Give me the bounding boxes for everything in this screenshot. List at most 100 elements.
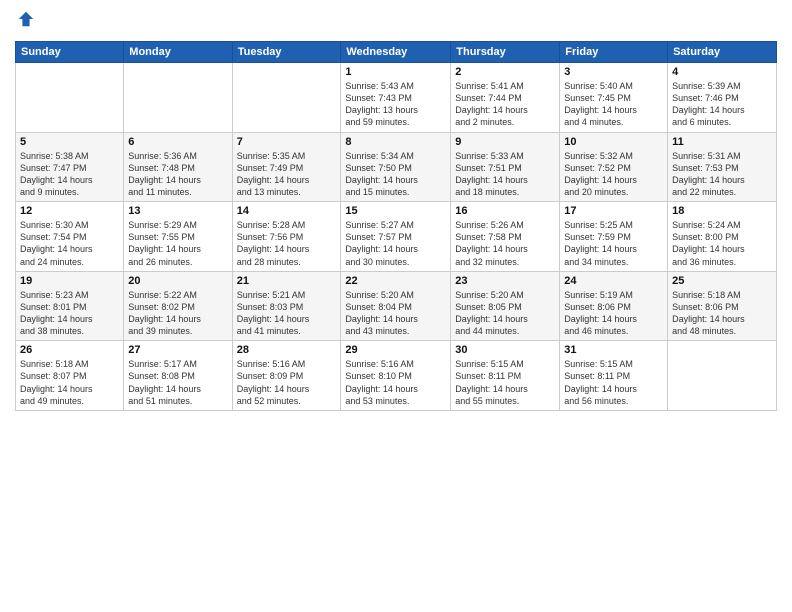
day-number: 7 bbox=[237, 136, 337, 148]
day-info: Sunrise: 5:31 AM Sunset: 7:53 PM Dayligh… bbox=[672, 150, 772, 199]
calendar-day-header: Sunday bbox=[16, 42, 124, 63]
day-info: Sunrise: 5:24 AM Sunset: 8:00 PM Dayligh… bbox=[672, 219, 772, 268]
table-row: 12 Sunrise: 5:30 AM Sunset: 7:54 PM Dayli… bbox=[16, 202, 124, 272]
day-number: 2 bbox=[455, 66, 555, 78]
table-row: 9Sunrise: 5:33 AM Sunset: 7:51 PM Daylig… bbox=[451, 132, 560, 202]
day-number: 20 bbox=[128, 275, 227, 287]
day-number: 10 bbox=[564, 136, 663, 148]
day-info: Sunrise: 5:38 AM Sunset: 7:47 PM Dayligh… bbox=[20, 150, 119, 199]
calendar-week-row: 26 Sunrise: 5:18 AM Sunset: 8:07 PM Dayli… bbox=[16, 341, 777, 411]
day-number: 4 bbox=[672, 66, 772, 78]
table-row: 16 Sunrise: 5:26 AM Sunset: 7:58 PM Dayli… bbox=[451, 202, 560, 272]
day-info: Sunrise: 5:32 AM Sunset: 7:52 PM Dayligh… bbox=[564, 150, 663, 199]
day-info: Sunrise: 5:18 AM Sunset: 8:07 PM Dayligh… bbox=[20, 358, 119, 407]
header bbox=[15, 10, 777, 33]
table-row: 1 Sunrise: 5:43 AM Sunset: 7:43 PM Daylig… bbox=[341, 63, 451, 133]
calendar-day-header: Wednesday bbox=[341, 42, 451, 63]
day-info: Sunrise: 5:15 AM Sunset: 8:11 PM Dayligh… bbox=[564, 358, 663, 407]
table-row: 10 Sunrise: 5:32 AM Sunset: 7:52 PM Dayli… bbox=[560, 132, 668, 202]
table-row bbox=[668, 341, 777, 411]
day-info: Sunrise: 5:20 AM Sunset: 8:04 PM Dayligh… bbox=[345, 289, 446, 338]
table-row: 29 Sunrise: 5:16 AM Sunset: 8:10 PM Dayli… bbox=[341, 341, 451, 411]
day-info: Sunrise: 5:28 AM Sunset: 7:56 PM Dayligh… bbox=[237, 219, 337, 268]
calendar-day-header: Friday bbox=[560, 42, 668, 63]
day-number: 1 bbox=[345, 66, 446, 78]
table-row: 5 Sunrise: 5:38 AM Sunset: 7:47 PM Daylig… bbox=[16, 132, 124, 202]
table-row: 25Sunrise: 5:18 AM Sunset: 8:06 PM Dayli… bbox=[668, 271, 777, 341]
day-info: Sunrise: 5:39 AM Sunset: 7:46 PM Dayligh… bbox=[672, 80, 772, 129]
day-info: Sunrise: 5:27 AM Sunset: 7:57 PM Dayligh… bbox=[345, 219, 446, 268]
day-number: 23 bbox=[455, 275, 555, 287]
table-row: 27 Sunrise: 5:17 AM Sunset: 8:08 PM Dayli… bbox=[124, 341, 232, 411]
table-row: 21 Sunrise: 5:21 AM Sunset: 8:03 PM Dayli… bbox=[232, 271, 341, 341]
table-row: 20Sunrise: 5:22 AM Sunset: 8:02 PM Dayli… bbox=[124, 271, 232, 341]
calendar-week-row: 5 Sunrise: 5:38 AM Sunset: 7:47 PM Daylig… bbox=[16, 132, 777, 202]
table-row: 30 Sunrise: 5:15 AM Sunset: 8:11 PM Dayli… bbox=[451, 341, 560, 411]
day-number: 12 bbox=[20, 205, 119, 217]
page: SundayMondayTuesdayWednesdayThursdayFrid… bbox=[0, 0, 792, 612]
day-number: 31 bbox=[564, 344, 663, 356]
day-number: 24 bbox=[564, 275, 663, 287]
table-row: 7 Sunrise: 5:35 AM Sunset: 7:49 PM Daylig… bbox=[232, 132, 341, 202]
day-info: Sunrise: 5:15 AM Sunset: 8:11 PM Dayligh… bbox=[455, 358, 555, 407]
table-row: 3 Sunrise: 5:40 AM Sunset: 7:45 PM Daylig… bbox=[560, 63, 668, 133]
day-number: 29 bbox=[345, 344, 446, 356]
table-row: 8 Sunrise: 5:34 AM Sunset: 7:50 PM Daylig… bbox=[341, 132, 451, 202]
table-row bbox=[16, 63, 124, 133]
day-info: Sunrise: 5:40 AM Sunset: 7:45 PM Dayligh… bbox=[564, 80, 663, 129]
table-row: 19 Sunrise: 5:23 AM Sunset: 8:01 PM Dayli… bbox=[16, 271, 124, 341]
table-row bbox=[124, 63, 232, 133]
day-info: Sunrise: 5:25 AM Sunset: 7:59 PM Dayligh… bbox=[564, 219, 663, 268]
day-number: 21 bbox=[237, 275, 337, 287]
table-row: 6Sunrise: 5:36 AM Sunset: 7:48 PM Daylig… bbox=[124, 132, 232, 202]
day-number: 8 bbox=[345, 136, 446, 148]
calendar-day-header: Saturday bbox=[668, 42, 777, 63]
table-row: 18Sunrise: 5:24 AM Sunset: 8:00 PM Dayli… bbox=[668, 202, 777, 272]
calendar-day-header: Thursday bbox=[451, 42, 560, 63]
day-info: Sunrise: 5:43 AM Sunset: 7:43 PM Dayligh… bbox=[345, 80, 446, 129]
day-info: Sunrise: 5:36 AM Sunset: 7:48 PM Dayligh… bbox=[128, 150, 227, 199]
day-info: Sunrise: 5:20 AM Sunset: 8:05 PM Dayligh… bbox=[455, 289, 555, 338]
calendar-day-header: Monday bbox=[124, 42, 232, 63]
day-number: 5 bbox=[20, 136, 119, 148]
day-number: 3 bbox=[564, 66, 663, 78]
day-number: 11 bbox=[672, 136, 772, 148]
table-row: 13 Sunrise: 5:29 AM Sunset: 7:55 PM Dayli… bbox=[124, 202, 232, 272]
calendar-header-row: SundayMondayTuesdayWednesdayThursdayFrid… bbox=[16, 42, 777, 63]
table-row bbox=[232, 63, 341, 133]
calendar-day-header: Tuesday bbox=[232, 42, 341, 63]
day-number: 19 bbox=[20, 275, 119, 287]
day-number: 22 bbox=[345, 275, 446, 287]
day-number: 30 bbox=[455, 344, 555, 356]
logo bbox=[15, 10, 35, 33]
day-info: Sunrise: 5:16 AM Sunset: 8:09 PM Dayligh… bbox=[237, 358, 337, 407]
day-info: Sunrise: 5:19 AM Sunset: 8:06 PM Dayligh… bbox=[564, 289, 663, 338]
day-number: 27 bbox=[128, 344, 227, 356]
table-row: 31 Sunrise: 5:15 AM Sunset: 8:11 PM Dayli… bbox=[560, 341, 668, 411]
day-number: 13 bbox=[128, 205, 227, 217]
day-number: 17 bbox=[564, 205, 663, 217]
day-number: 15 bbox=[345, 205, 446, 217]
day-number: 26 bbox=[20, 344, 119, 356]
day-info: Sunrise: 5:26 AM Sunset: 7:58 PM Dayligh… bbox=[455, 219, 555, 268]
table-row: 17 Sunrise: 5:25 AM Sunset: 7:59 PM Dayli… bbox=[560, 202, 668, 272]
table-row: 22 Sunrise: 5:20 AM Sunset: 8:04 PM Dayli… bbox=[341, 271, 451, 341]
day-info: Sunrise: 5:29 AM Sunset: 7:55 PM Dayligh… bbox=[128, 219, 227, 268]
day-info: Sunrise: 5:16 AM Sunset: 8:10 PM Dayligh… bbox=[345, 358, 446, 407]
day-number: 16 bbox=[455, 205, 555, 217]
day-info: Sunrise: 5:34 AM Sunset: 7:50 PM Dayligh… bbox=[345, 150, 446, 199]
calendar-week-row: 1 Sunrise: 5:43 AM Sunset: 7:43 PM Daylig… bbox=[16, 63, 777, 133]
day-info: Sunrise: 5:17 AM Sunset: 8:08 PM Dayligh… bbox=[128, 358, 227, 407]
day-number: 9 bbox=[455, 136, 555, 148]
day-info: Sunrise: 5:35 AM Sunset: 7:49 PM Dayligh… bbox=[237, 150, 337, 199]
table-row: 4 Sunrise: 5:39 AM Sunset: 7:46 PM Daylig… bbox=[668, 63, 777, 133]
table-row: 26 Sunrise: 5:18 AM Sunset: 8:07 PM Dayli… bbox=[16, 341, 124, 411]
table-row: 28Sunrise: 5:16 AM Sunset: 8:09 PM Dayli… bbox=[232, 341, 341, 411]
day-info: Sunrise: 5:30 AM Sunset: 7:54 PM Dayligh… bbox=[20, 219, 119, 268]
table-row: 24 Sunrise: 5:19 AM Sunset: 8:06 PM Dayli… bbox=[560, 271, 668, 341]
table-row: 14Sunrise: 5:28 AM Sunset: 7:56 PM Dayli… bbox=[232, 202, 341, 272]
day-info: Sunrise: 5:21 AM Sunset: 8:03 PM Dayligh… bbox=[237, 289, 337, 338]
table-row: 2Sunrise: 5:41 AM Sunset: 7:44 PM Daylig… bbox=[451, 63, 560, 133]
day-info: Sunrise: 5:23 AM Sunset: 8:01 PM Dayligh… bbox=[20, 289, 119, 338]
table-row: 15 Sunrise: 5:27 AM Sunset: 7:57 PM Dayli… bbox=[341, 202, 451, 272]
